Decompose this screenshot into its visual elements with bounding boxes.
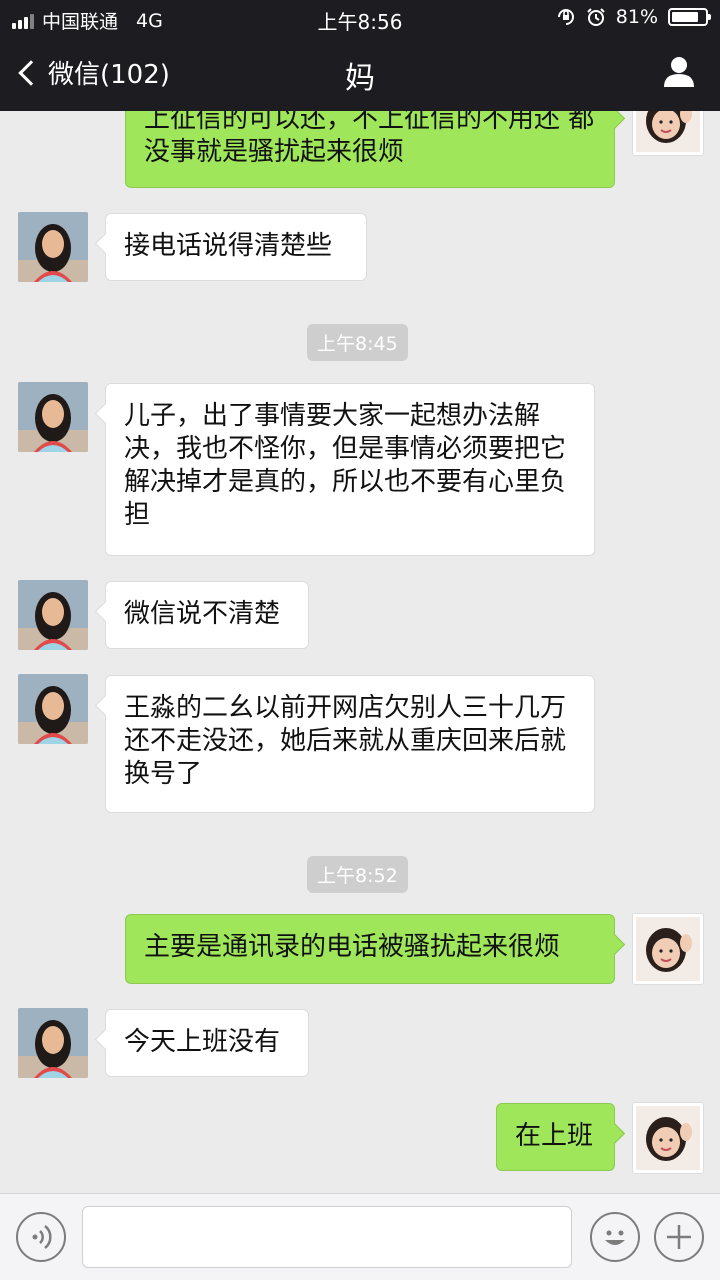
alarm-icon <box>587 8 605 26</box>
mom-photo-icon <box>18 674 88 744</box>
my-avatar[interactable] <box>633 1103 703 1173</box>
plus-button[interactable] <box>654 1212 704 1262</box>
voice-icon <box>32 1225 52 1249</box>
person-icon[interactable] <box>662 54 696 88</box>
input-bar <box>0 1193 720 1280</box>
battery-fill <box>672 12 698 22</box>
message-text: 儿子，出了事情要大家一起想办法解决，我也不怪你，但是事情必须要把它解决掉才是真的… <box>124 401 567 530</box>
chat-title: 妈 <box>345 61 375 96</box>
mom-photo-icon <box>18 382 88 452</box>
message-text: 接电话说得清楚些 <box>124 231 333 261</box>
orientation-lock-icon <box>557 9 574 25</box>
battery-icon <box>668 8 711 26</box>
received-message-bubble[interactable]: 儿子，出了事情要大家一起想办法解决，我也不怪你，但是事情必须要把它解决掉才是真的… <box>105 383 595 556</box>
mom-avatar[interactable] <box>18 382 88 452</box>
mom-avatar[interactable] <box>18 580 88 650</box>
voice-button[interactable] <box>16 1212 66 1262</box>
mom-avatar[interactable] <box>18 212 88 282</box>
sent-message-bubble[interactable]: 在上班 <box>496 1103 615 1171</box>
emoji-button[interactable] <box>590 1212 640 1262</box>
received-message-bubble[interactable]: 微信说不清楚 <box>105 581 309 649</box>
received-message-bubble[interactable]: 接电话说得清楚些 <box>105 213 367 281</box>
mom-avatar[interactable] <box>18 1008 88 1078</box>
received-message-bubble[interactable]: 王淼的二幺以前开网店欠别人三十几万还不走没还，她后来就从重庆回来后就换号了 <box>105 675 595 813</box>
timestamp-label: 上午8:52 <box>307 856 408 893</box>
plus-icon <box>667 1225 691 1249</box>
child-photo-icon <box>636 1106 700 1170</box>
message-text: 上征信的可以还，不上征信的不用还 都没事就是骚扰起来很烦 <box>144 104 595 167</box>
message-text: 微信说不清楚 <box>124 599 281 629</box>
message-text: 主要是通讯录的电话被骚扰起来很烦 <box>144 932 561 962</box>
emoji-icon <box>605 1230 625 1245</box>
child-photo-icon <box>636 917 700 981</box>
battery-percent: 81% <box>615 6 658 28</box>
status-bar: 中国联通 4G 上午8:56 81% <box>0 0 720 36</box>
my-avatar[interactable] <box>633 914 703 984</box>
mom-avatar[interactable] <box>18 674 88 744</box>
message-text: 今天上班没有 <box>124 1027 281 1057</box>
nav-bar: 微信(102) 妈 <box>0 36 720 111</box>
message-input[interactable] <box>82 1206 572 1268</box>
top-bar: 中国联通 4G 上午8:56 81% 微信(102) 妈 <box>0 0 720 111</box>
received-message-bubble[interactable]: 今天上班没有 <box>105 1009 309 1077</box>
message-text: 王淼的二幺以前开网店欠别人三十几万还不走没还，她后来就从重庆回来后就换号了 <box>124 693 567 789</box>
mom-photo-icon <box>18 1008 88 1078</box>
mom-photo-icon <box>18 580 88 650</box>
chat-area[interactable]: 上征信的可以还，不上征信的不用还 都没事就是骚扰起来很烦 接电话说得清楚些 上午… <box>0 0 720 1193</box>
mom-photo-icon <box>18 212 88 282</box>
timestamp-label: 上午8:45 <box>307 324 408 361</box>
message-text: 在上班 <box>515 1121 594 1151</box>
sent-message-bubble[interactable]: 主要是通讯录的电话被骚扰起来很烦 <box>125 914 615 984</box>
